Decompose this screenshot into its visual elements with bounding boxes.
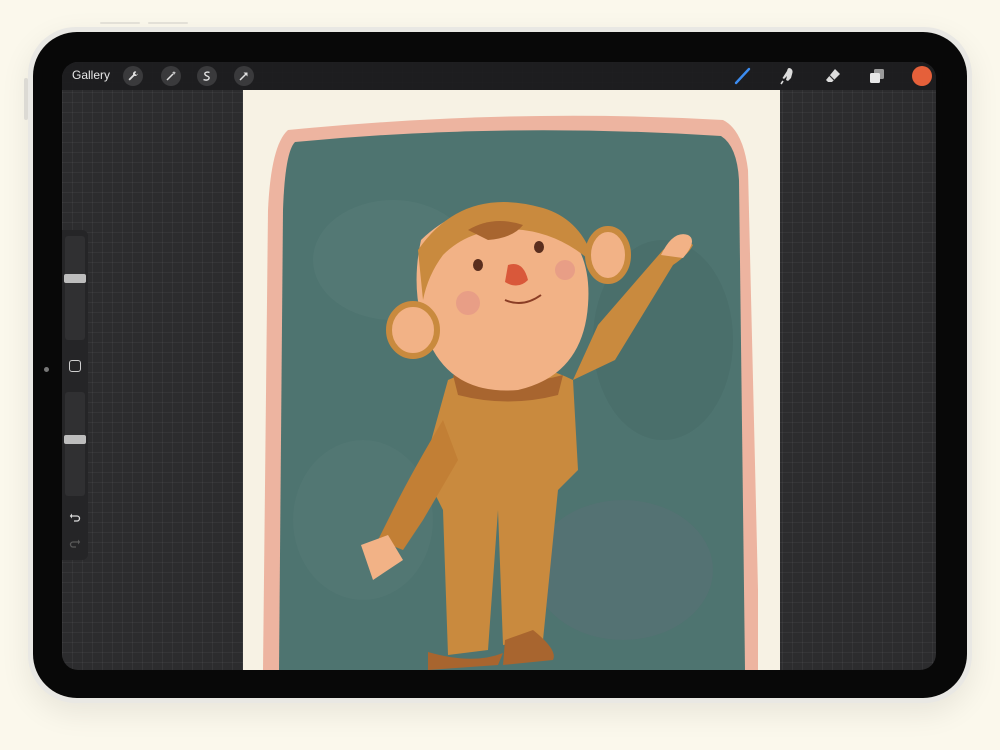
left-ear: [386, 301, 440, 359]
redo-icon[interactable]: [66, 535, 84, 553]
right-ear: [585, 226, 631, 284]
decorative-line: [148, 22, 188, 24]
drawing-canvas[interactable]: [243, 90, 780, 670]
gallery-button[interactable]: Gallery: [72, 68, 110, 82]
right-cheek: [555, 260, 575, 280]
eraser-icon[interactable]: [822, 65, 844, 87]
layers-icon[interactable]: [866, 65, 888, 87]
square-icon[interactable]: [69, 360, 81, 372]
app-screen: Gallery: [62, 62, 936, 670]
artwork-illustration: [263, 115, 758, 670]
smudge-icon[interactable]: [777, 65, 799, 87]
wrench-icon[interactable]: [123, 66, 143, 86]
brush-size-thumb[interactable]: [64, 274, 86, 283]
transform-arrow-icon[interactable]: [234, 66, 254, 86]
left-cheek: [456, 291, 480, 315]
undo-icon[interactable]: [66, 509, 84, 527]
right-eye: [534, 241, 544, 253]
opacity-slider[interactable]: [65, 392, 85, 496]
opacity-thumb[interactable]: [64, 434, 86, 444]
color-picker-button[interactable]: [912, 66, 932, 86]
brush-icon[interactable]: [732, 65, 754, 87]
top-toolbar: Gallery: [62, 62, 936, 90]
left-sidebar: [62, 230, 88, 560]
camera-dot: [44, 367, 49, 372]
brush-size-slider[interactable]: [65, 236, 85, 340]
selection-icon[interactable]: [197, 66, 217, 86]
decorative-line: [100, 22, 140, 24]
left-eye: [473, 259, 483, 271]
device-side-button: [24, 78, 28, 120]
magic-wand-icon[interactable]: [161, 66, 181, 86]
